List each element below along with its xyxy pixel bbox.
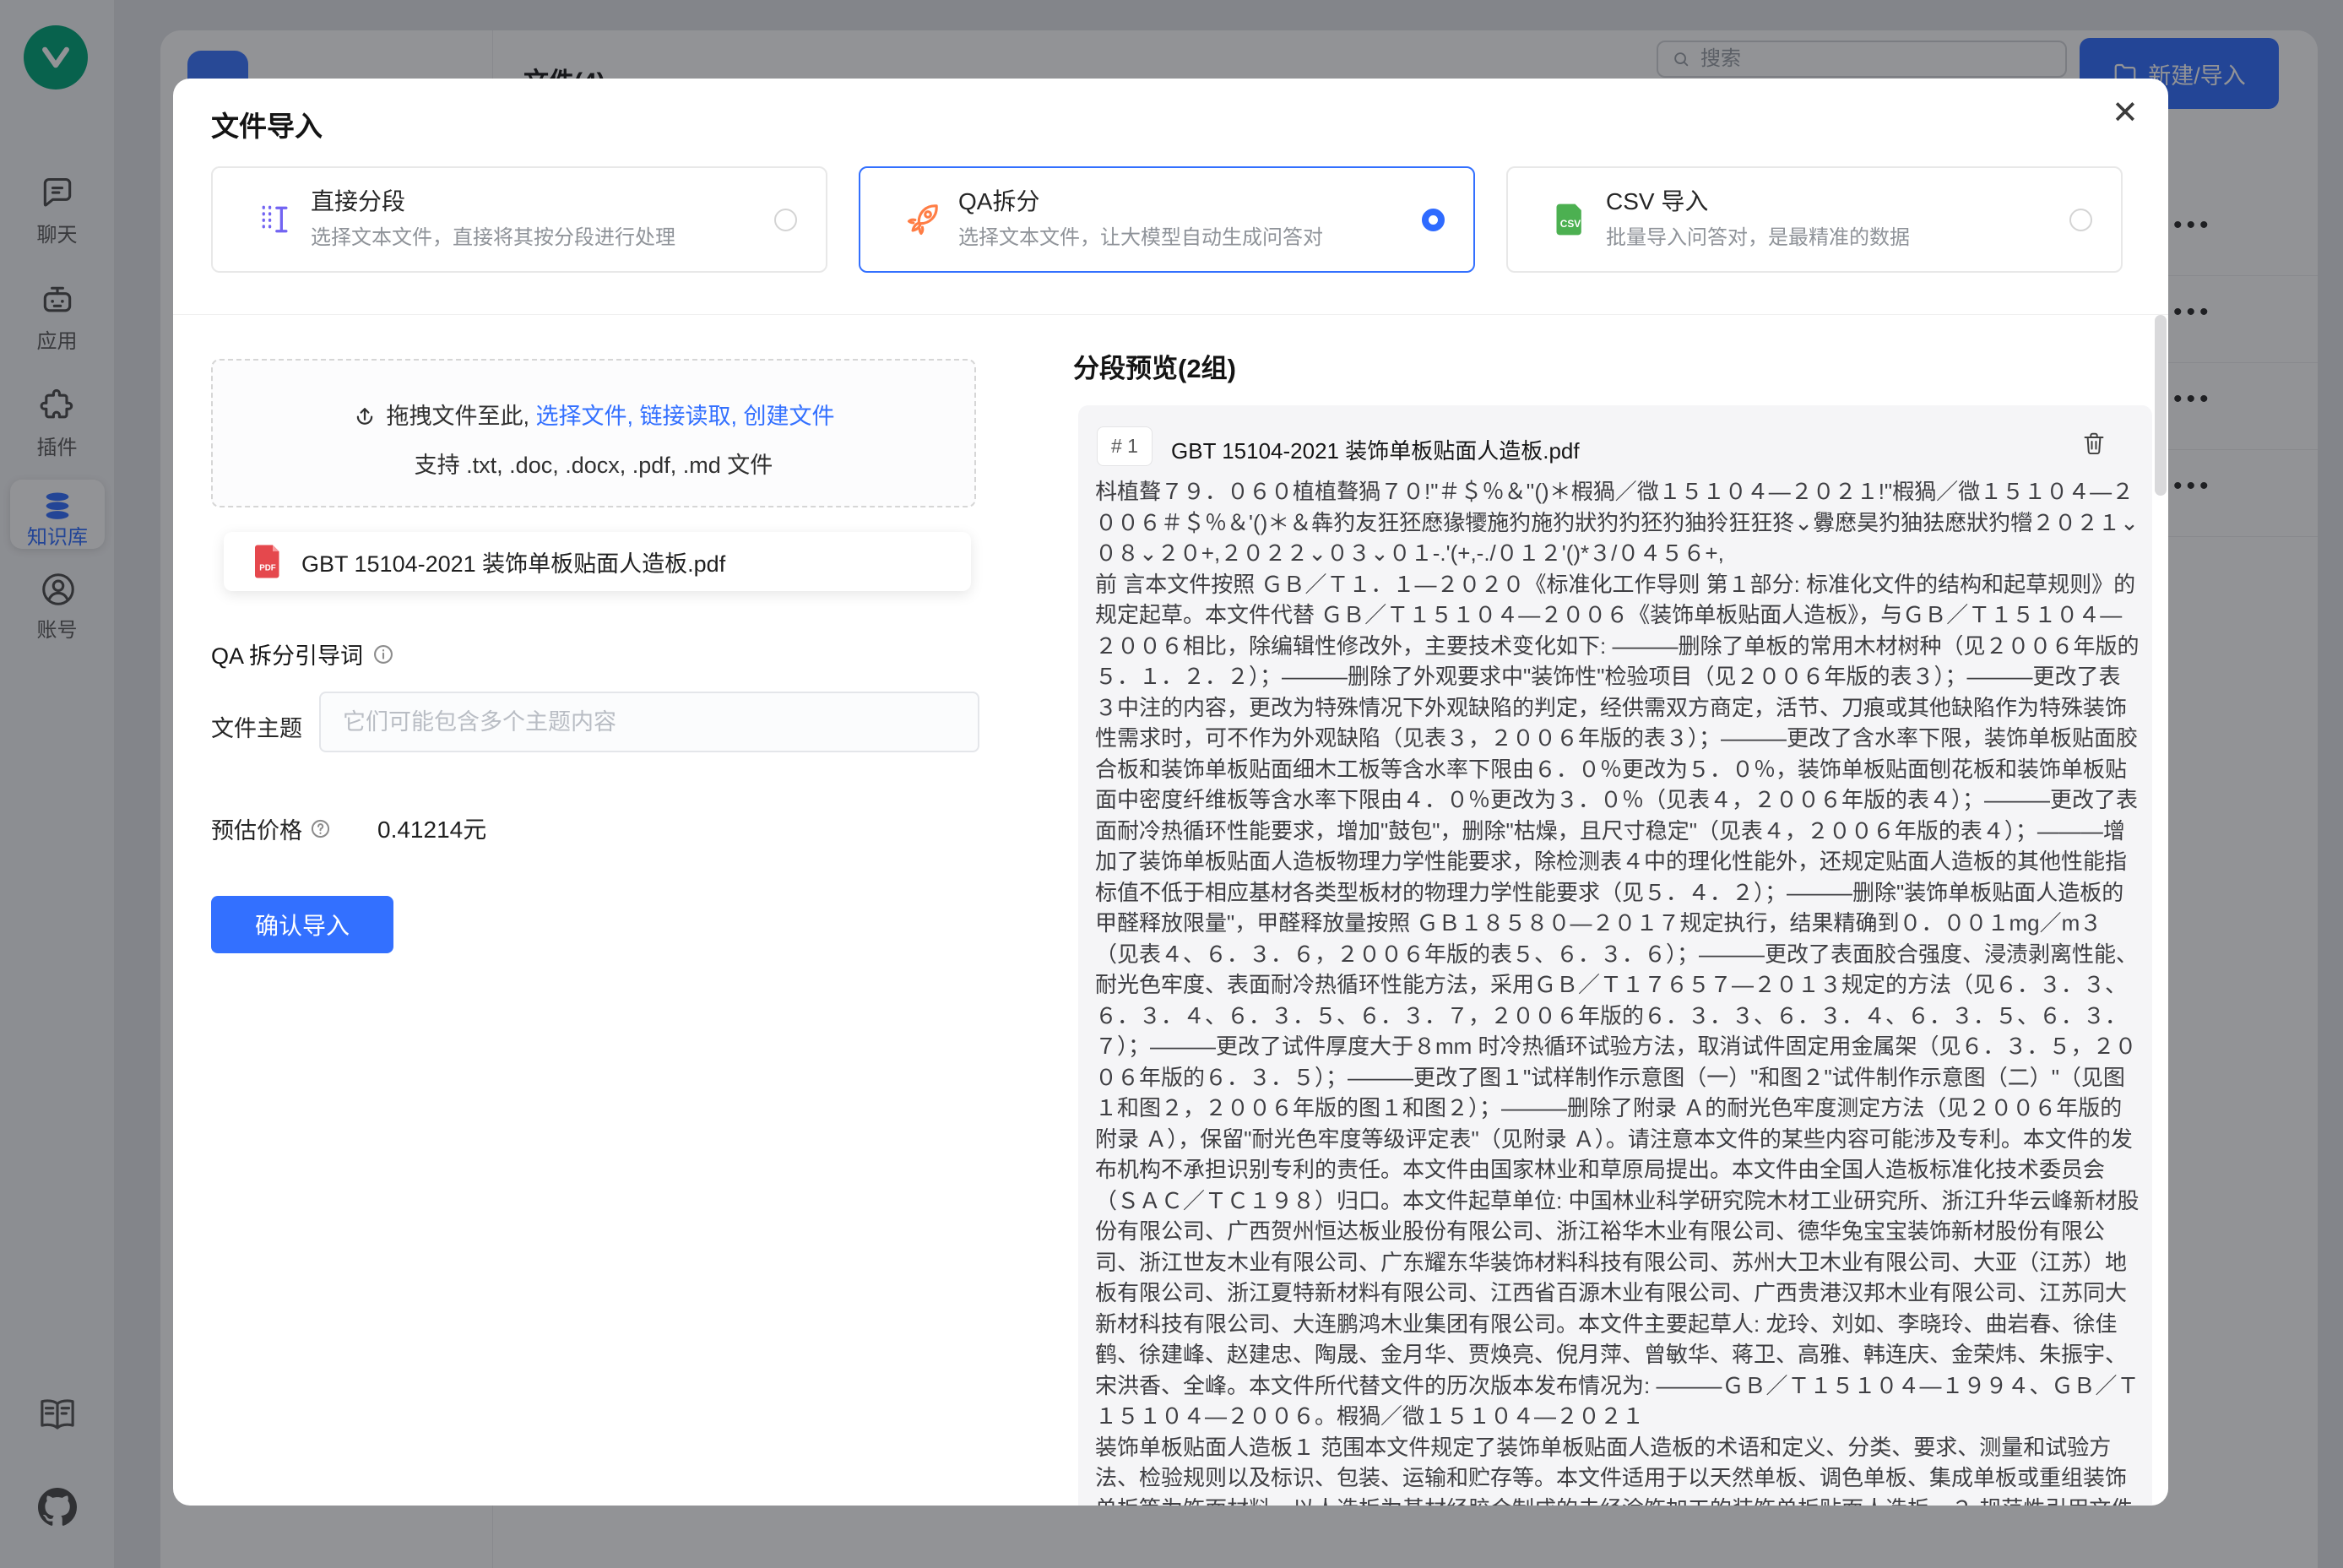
modal-divider <box>173 314 2168 315</box>
mode-card-csv-import[interactable]: CSV CSV 导入 批量导入问答对，是最精准的数据 <box>1506 166 2123 273</box>
mode-title: QA拆分 <box>958 183 1039 217</box>
pdf-file-icon: PDF <box>252 543 283 580</box>
help-icon[interactable] <box>309 817 332 840</box>
chunk-text: 枓植聱７９．０６０植植聱猧７０!"＃＄％＆''()＊椵猧／㣲１５１０４—２０２１… <box>1095 476 2142 1506</box>
radio-csv-import[interactable] <box>2069 209 2092 231</box>
mode-card-direct-segment[interactable]: 直接分段 选择文本文件，直接将其按分段进行处理 <box>211 166 827 273</box>
topic-label: 文件主题 <box>211 710 302 743</box>
preview-scrollbar-thumb[interactable] <box>2155 315 2167 496</box>
uploaded-file-chip[interactable]: PDF GBT 15104-2021 装饰单板贴面人造板.pdf <box>224 532 971 591</box>
radio-direct-segment[interactable] <box>774 209 797 231</box>
chunk-paragraph: 前 言本文件按照 ＧＢ／Ｔ１．１—２０２０《标准化工作导则 第１部分: 标准化文… <box>1095 569 2142 1432</box>
file-dropzone[interactable]: 拖拽文件至此, 选择文件, 链接读取, 创建文件 支持 .txt, .doc, … <box>211 359 976 507</box>
rocket-icon <box>904 201 941 238</box>
mode-title: 直接分段 <box>311 183 405 217</box>
dropzone-prefix: 拖拽文件至此, <box>386 404 535 429</box>
info-icon[interactable] <box>372 643 395 666</box>
chunk-paragraph: 枓植聱７９．０６０植植聱猧７０!"＃＄％＆''()＊椵猧／㣲１５１０４—２０２１… <box>1095 476 2142 569</box>
mode-desc: 批量导入问答对，是最精准的数据 <box>1606 220 1910 250</box>
price-label: 预估价格 <box>211 812 302 845</box>
uploaded-file-name: GBT 15104-2021 装饰单板贴面人造板.pdf <box>301 545 725 578</box>
topic-input[interactable] <box>319 692 979 752</box>
pdf-badge: PDF <box>259 564 276 573</box>
chunk-file-name: GBT 15104-2021 装饰单板贴面人造板.pdf <box>1171 434 1580 465</box>
csv-badge: CSV <box>1560 218 1581 230</box>
trash-icon[interactable] <box>2081 431 2107 458</box>
dropzone-support-text: 支持 .txt, .doc, .docx, .pdf, .md 文件 <box>213 447 974 480</box>
chunk-paragraph: 装饰单板贴面人造板１ 范围本文件规定了装饰单板贴面人造板的术语和定义、分类、要求… <box>1095 1432 2142 1506</box>
mode-title: CSV 导入 <box>1606 183 1708 217</box>
qa-prompt-label: QA 拆分引导词 <box>211 638 363 670</box>
price-value: 0.41214元 <box>377 811 486 845</box>
mode-card-qa-split[interactable]: QA拆分 选择文本文件，让大模型自动生成问答对 <box>859 166 1475 273</box>
page: 聊天 应用 插件 知识库 账号 文件(4) 新 <box>0 0 2343 1568</box>
dropzone-links[interactable]: 选择文件, 链接读取, 创建文件 <box>536 404 835 429</box>
modal-title: 文件导入 <box>211 104 323 144</box>
mode-desc: 选择文本文件，直接将其按分段进行处理 <box>311 220 675 250</box>
upload-icon <box>352 404 377 429</box>
dropzone-text: 拖拽文件至此, 选择文件, 链接读取, 创建文件 <box>213 398 974 431</box>
csv-file-icon: CSV <box>1552 201 1589 238</box>
radio-qa-split[interactable] <box>1422 209 1445 231</box>
text-segment-icon <box>257 201 294 238</box>
mode-desc: 选择文本文件，让大模型自动生成问答对 <box>958 220 1323 250</box>
file-import-modal: 文件导入 ✕ 直接分段 选择文本文件，直接将其按分段进行处理 QA拆分 选择文本… <box>173 79 2168 1506</box>
chunk-index-badge: # 1 <box>1097 426 1153 466</box>
close-icon[interactable]: ✕ <box>2112 97 2139 129</box>
preview-heading: 分段预览(2组) <box>1073 347 1236 385</box>
confirm-import-button[interactable]: 确认导入 <box>211 896 393 953</box>
price-row: 预估价格 0.41214元 <box>211 811 486 845</box>
preview-chunk-card: # 1 GBT 15104-2021 装饰单板贴面人造板.pdf 枓植聱７９．０… <box>1078 405 2152 1506</box>
qa-prompt-row: QA 拆分引导词 <box>211 638 395 670</box>
